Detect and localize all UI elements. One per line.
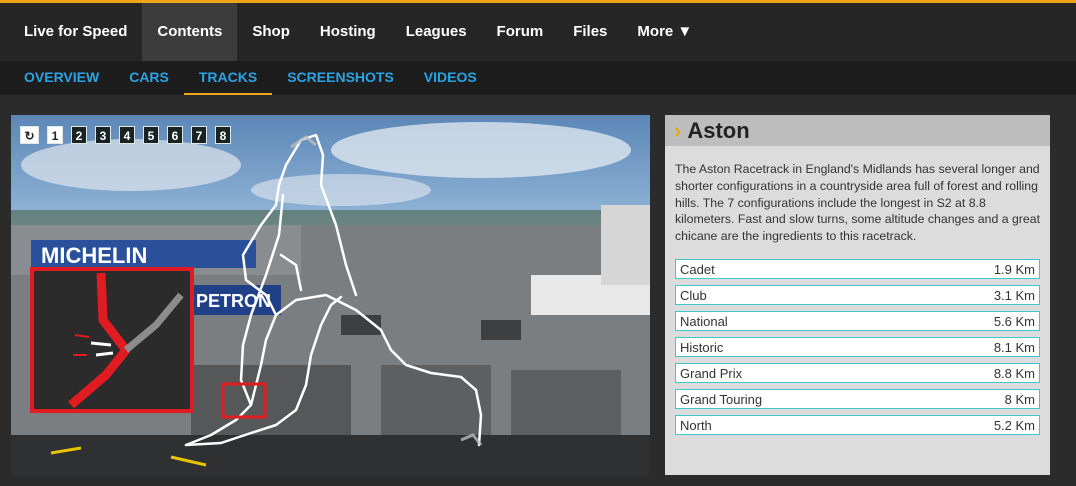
- content-area: MICHELIN PETRON ↻ 1 2 3 4 5 6 7 8 › Asto…: [0, 95, 1076, 486]
- config-name: National: [680, 313, 728, 329]
- page-button-4[interactable]: 4: [119, 126, 135, 144]
- tab-screenshots[interactable]: SCREENSHOTS: [272, 61, 409, 95]
- track-name: Aston: [687, 118, 750, 143]
- config-length: 3.1 Km: [993, 287, 1035, 303]
- main-nav: Live for Speed Contents Shop Hosting Lea…: [0, 3, 1076, 61]
- config-row-cadet[interactable]: Cadet 1.9 Km: [675, 259, 1040, 279]
- tab-overview[interactable]: OVERVIEW: [0, 61, 114, 95]
- config-length: 8.8 Km: [993, 365, 1035, 381]
- reload-icon[interactable]: ↻: [20, 126, 39, 144]
- config-row-grand-prix[interactable]: Grand Prix 8.8 Km: [675, 363, 1040, 383]
- page-button-1[interactable]: 1: [47, 126, 63, 144]
- nav-item-live-for-speed[interactable]: Live for Speed: [0, 3, 142, 61]
- config-name: North: [680, 417, 712, 433]
- config-row-grand-touring[interactable]: Grand Touring 8 Km: [675, 389, 1040, 409]
- config-row-historic[interactable]: Historic 8.1 Km: [675, 337, 1040, 357]
- track-description: The Aston Racetrack in England's Midland…: [675, 162, 1040, 244]
- nav-item-forum[interactable]: Forum: [482, 3, 559, 61]
- nav-item-more[interactable]: More ▼: [622, 3, 707, 61]
- nav-item-shop[interactable]: Shop: [237, 3, 305, 61]
- page-button-2[interactable]: 2: [71, 126, 87, 144]
- config-row-club[interactable]: Club 3.1 Km: [675, 285, 1040, 305]
- configuration-list: Cadet 1.9 Km Club 3.1 Km National 5.6 Km Hi…: [675, 259, 1040, 441]
- chevron-right-icon: ›: [674, 118, 682, 143]
- nav-item-leagues[interactable]: Leagues: [391, 3, 482, 61]
- nav-item-files[interactable]: Files: [558, 3, 622, 61]
- track-info-panel: › Aston The Aston Racetrack in England's …: [665, 115, 1050, 475]
- config-length: 8 Km: [1004, 391, 1035, 407]
- config-length: 5.2 Km: [993, 417, 1035, 433]
- config-name: Grand Prix: [680, 365, 743, 381]
- michelin-banner: MICHELIN: [41, 243, 147, 268]
- config-length: 1.9 Km: [993, 261, 1035, 277]
- config-length: 5.6 Km: [993, 313, 1035, 329]
- page-button-6[interactable]: 6: [167, 126, 183, 144]
- page-button-5[interactable]: 5: [143, 126, 159, 144]
- config-length: 8.1 Km: [993, 339, 1035, 355]
- config-row-north[interactable]: North 5.2 Km: [675, 415, 1040, 435]
- tab-cars[interactable]: CARS: [114, 61, 184, 95]
- track-title: › Aston: [665, 115, 1050, 146]
- config-row-national[interactable]: National 5.6 Km: [675, 311, 1040, 331]
- page-button-3[interactable]: 3: [95, 126, 111, 144]
- config-pager: ↻ 1 2 3 4 5 6 7 8: [20, 126, 231, 144]
- config-name: Historic: [680, 339, 724, 355]
- nav-item-contents[interactable]: Contents: [142, 3, 238, 61]
- nav-item-hosting[interactable]: Hosting: [305, 3, 391, 61]
- tab-videos[interactable]: VIDEOS: [409, 61, 492, 95]
- sub-nav: OVERVIEW CARS TRACKS SCREENSHOTS VIDEOS: [0, 61, 1076, 95]
- track-image-viewer[interactable]: MICHELIN PETRON ↻ 1 2 3 4 5 6 7 8: [11, 115, 650, 475]
- tab-tracks[interactable]: TRACKS: [183, 61, 273, 95]
- config-name: Cadet: [680, 261, 715, 277]
- config-name: Club: [680, 287, 707, 303]
- zoom-inset: [30, 267, 194, 413]
- track-scene: MICHELIN PETRON: [11, 122, 650, 475]
- config-name: Grand Touring: [680, 391, 763, 407]
- page-button-7[interactable]: 7: [191, 126, 207, 144]
- page-button-8[interactable]: 8: [215, 126, 231, 144]
